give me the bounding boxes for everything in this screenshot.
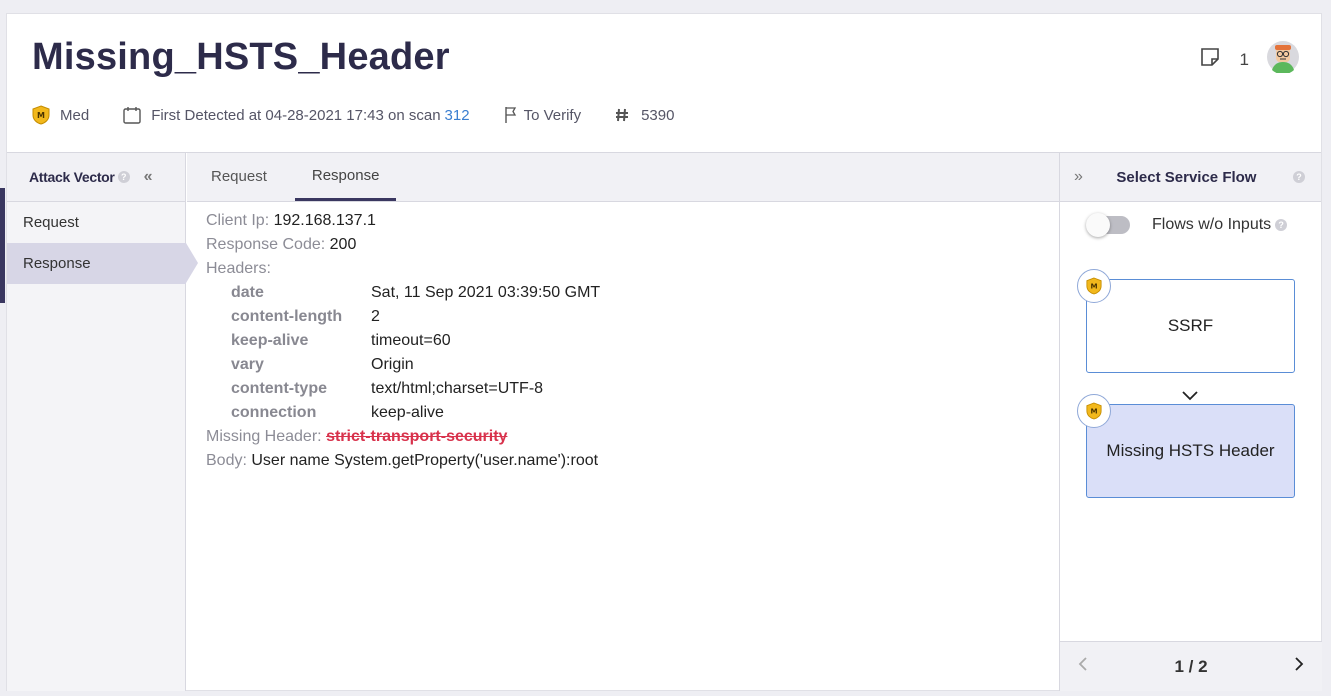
flag-icon: [504, 106, 518, 124]
body-row: Body: User name System.getProperty('user…: [206, 449, 1059, 473]
header-row: connection keep-alive: [206, 401, 1059, 425]
header-key: date: [231, 284, 264, 301]
issue-id: 5390: [615, 107, 674, 124]
header-row: vary Origin: [206, 353, 1059, 377]
tab-label: Request: [211, 168, 267, 185]
next-page-icon[interactable]: [1294, 656, 1304, 677]
issue-card: Missing_HSTS_Header 1 M Med First Detect…: [6, 13, 1322, 691]
attack-vector-item-label: Request: [23, 214, 79, 231]
header-key: connection: [231, 404, 317, 421]
header-value: text/html;charset=UTF-8: [371, 380, 544, 397]
response-code-label: Response Code:: [206, 236, 326, 253]
page-indicator: 1 / 2: [1174, 656, 1208, 676]
tab-response[interactable]: Response: [294, 152, 397, 201]
missing-header-value: strict-transport-security: [326, 428, 508, 445]
header-row: keep-alive timeout=60: [206, 329, 1059, 353]
first-detected: First Detected at 04-28-2021 17:43 on sc…: [123, 106, 470, 124]
details-tabs: Request Response: [187, 153, 1059, 202]
service-flow-header: » Select Service Flow ?: [1060, 153, 1321, 202]
header-row: content-type text/html;charset=UTF-8: [206, 377, 1059, 401]
header-value: Origin: [371, 356, 414, 373]
help-icon[interactable]: ?: [1292, 171, 1305, 183]
flow-pager: 1 / 2: [1060, 641, 1322, 691]
header-row: content-length 2: [206, 305, 1059, 329]
service-flow-title: Select Service Flow: [1116, 168, 1257, 186]
flows-toggle-row: Flows w/o Inputs ?: [1060, 202, 1321, 237]
detail-panels: Attack Vector ? « Request Response Reque…: [7, 152, 1322, 691]
header-row: date Sat, 11 Sep 2021 03:39:50 GMT: [206, 281, 1059, 305]
note-icon[interactable]: [1200, 47, 1220, 72]
expand-right-icon[interactable]: »: [1074, 168, 1083, 186]
flows-without-inputs-toggle[interactable]: [1086, 213, 1130, 237]
svg-text:M: M: [37, 111, 45, 120]
comment-count: 1: [1239, 49, 1249, 69]
svg-text:M: M: [1090, 407, 1097, 416]
hash-icon: [615, 108, 629, 122]
attack-vector-item-label: Response: [23, 255, 91, 272]
medium-severity-badge-icon: M: [1077, 394, 1111, 428]
attack-vector-panel: Attack Vector ? « Request Response: [7, 153, 198, 691]
severity-label: Med: [60, 106, 90, 124]
tab-request[interactable]: Request: [191, 152, 287, 201]
help-icon[interactable]: ?: [117, 171, 130, 183]
body-value: User name System.getProperty('user.name'…: [251, 452, 599, 469]
header-value: timeout=60: [371, 332, 451, 349]
response-content: Client Ip: 192.168.137.1 Response Code: …: [187, 202, 1059, 473]
service-flow-panel: » Select Service Flow ? Flows w/o Inputs…: [1059, 153, 1322, 691]
prev-page-icon[interactable]: [1078, 656, 1088, 677]
header-key: vary: [231, 356, 264, 373]
missing-header-label: Missing Header:: [206, 428, 322, 445]
scan-link[interactable]: 312: [445, 107, 470, 124]
medium-severity-shield-icon: M: [32, 105, 50, 125]
status[interactable]: To Verify: [504, 106, 582, 124]
medium-severity-badge-icon: M: [1077, 269, 1111, 303]
client-ip-label: Client Ip:: [206, 212, 270, 229]
header-key: content-length: [231, 308, 343, 325]
flow-node-missing-hsts[interactable]: M Missing HSTS Header: [1077, 394, 1295, 498]
svg-text:M: M: [1090, 282, 1097, 291]
severity: M Med: [32, 105, 89, 125]
attack-vector-header: Attack Vector ? «: [7, 153, 185, 202]
issue-meta: M Med First Detected at 04-28-2021 17:43…: [32, 104, 708, 126]
details-panel: Request Response Client Ip: 192.168.137.…: [187, 153, 1059, 691]
calendar-icon: [123, 106, 141, 124]
attack-vector-title: Attack Vector: [29, 169, 115, 185]
first-detected-text: First Detected at 04-28-2021 17:43 on sc…: [151, 106, 441, 124]
headers-label: Headers:: [206, 260, 271, 277]
status-label: To Verify: [523, 106, 582, 124]
response-code-row: Response Code: 200: [206, 233, 1059, 257]
issue-id-value: 5390: [641, 106, 675, 124]
help-icon[interactable]: ?: [1275, 219, 1288, 231]
header-value: 2: [371, 308, 380, 325]
flows-toggle-label: Flows w/o Inputs: [1152, 216, 1272, 233]
flow-node-ssrf[interactable]: M SSRF: [1077, 269, 1295, 373]
response-code-value: 200: [329, 236, 357, 253]
attack-vector-item-response[interactable]: Response: [7, 243, 198, 284]
collapse-left-icon[interactable]: «: [144, 168, 153, 186]
page-title: Missing_HSTS_Header: [32, 36, 450, 78]
header-value: Sat, 11 Sep 2021 03:39:50 GMT: [371, 284, 601, 301]
flow-node-label: SSRF: [1167, 316, 1214, 335]
attack-vector-item-request[interactable]: Request: [7, 202, 185, 243]
missing-header-row: Missing Header: strict-transport-securit…: [206, 425, 1059, 449]
flow-node-label: Missing HSTS Header: [1106, 441, 1275, 460]
client-ip-value: 192.168.137.1: [273, 212, 376, 229]
tab-label: Response: [311, 166, 380, 184]
header-key: content-type: [231, 380, 327, 397]
client-ip-row: Client Ip: 192.168.137.1: [206, 209, 1059, 233]
header-actions: 1: [1200, 41, 1299, 78]
header-key: keep-alive: [231, 332, 309, 349]
body-label: Body:: [206, 452, 247, 469]
header-value: keep-alive: [371, 404, 444, 421]
avatar[interactable]: [1267, 41, 1299, 78]
left-edge-marker: [0, 188, 5, 303]
